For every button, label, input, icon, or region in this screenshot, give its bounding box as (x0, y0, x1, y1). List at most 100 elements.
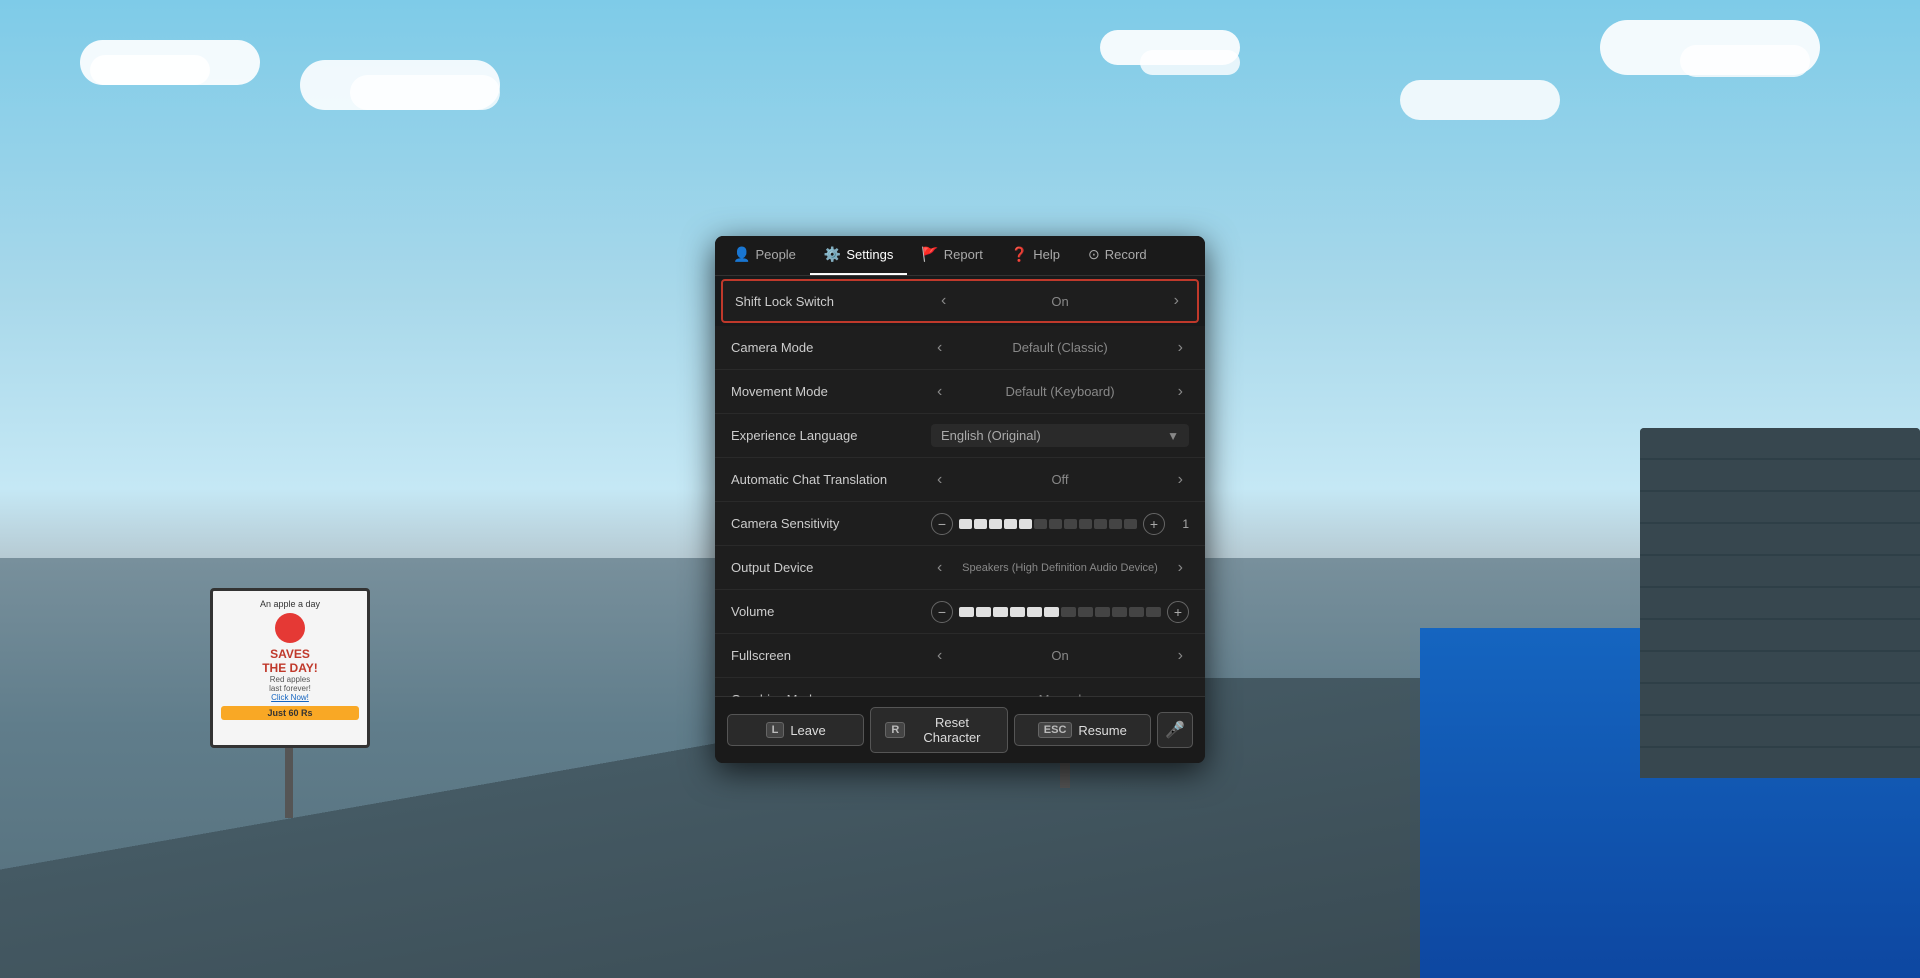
camera-mode-control: ‹ Default (Classic) › (931, 337, 1189, 359)
fullscreen-value: On (952, 648, 1167, 663)
fullscreen-next[interactable]: › (1172, 645, 1189, 667)
output-device-prev[interactable]: ‹ (931, 557, 948, 579)
volume-increase[interactable]: + (1167, 601, 1189, 623)
graphics-mode-value: Manual (952, 692, 1167, 696)
setting-graphics-mode: Graphics Mode ‹ Manual › (715, 678, 1205, 696)
camera-sensitivity-track (959, 517, 1137, 531)
volume-control: − + (931, 601, 1189, 623)
camera-sensitivity-value: 1 (1171, 517, 1189, 531)
camera-mode-next[interactable]: › (1172, 337, 1189, 359)
auto-chat-value: Off (952, 472, 1167, 487)
shift-lock-prev[interactable]: ‹ (935, 290, 952, 312)
setting-experience-language: Experience Language English (Original) ▼ (715, 414, 1205, 458)
billboard-line2: SAVES (221, 647, 359, 661)
graphics-mode-next[interactable]: › (1172, 689, 1189, 697)
tab-record-label: Record (1105, 247, 1147, 262)
auto-chat-translation-control: ‹ Off › (931, 469, 1189, 491)
seg (959, 607, 974, 617)
experience-language-dropdown[interactable]: English (Original) ▼ (931, 424, 1189, 447)
seg (1078, 607, 1093, 617)
resume-key-badge: ESC (1038, 722, 1073, 738)
seg (989, 519, 1002, 529)
output-device-label: Output Device (731, 560, 931, 575)
billboard-left-post (285, 738, 293, 818)
tab-settings[interactable]: ⚙️ Settings (810, 236, 907, 275)
camera-mode-prev[interactable]: ‹ (931, 337, 948, 359)
fullscreen-control: ‹ On › (931, 645, 1189, 667)
fullscreen-prev[interactable]: ‹ (931, 645, 948, 667)
shift-lock-label: Shift Lock Switch (735, 294, 935, 309)
movement-mode-prev[interactable]: ‹ (931, 381, 948, 403)
shift-lock-value: On (956, 294, 1163, 309)
camera-mode-label: Camera Mode (731, 340, 931, 355)
seg (1124, 519, 1137, 529)
volume-label: Volume (731, 604, 931, 619)
setting-auto-chat-translation: Automatic Chat Translation ‹ Off › (715, 458, 1205, 502)
seg (1064, 519, 1077, 529)
tab-report[interactable]: 🚩 Report (907, 236, 996, 275)
experience-language-value: English (Original) (941, 428, 1041, 443)
tab-report-label: Report (944, 247, 983, 262)
seg (1112, 607, 1127, 617)
volume-track (959, 605, 1161, 619)
people-icon: 👤 (733, 246, 750, 263)
leave-button[interactable]: L Leave (727, 714, 864, 746)
seg (974, 519, 987, 529)
seg (1004, 519, 1017, 529)
billboard-price: Just 60 Rs (221, 706, 359, 720)
camera-sensitivity-control: − + 1 (931, 513, 1189, 535)
seg (1079, 519, 1092, 529)
camera-sensitivity-decrease[interactable]: − (931, 513, 953, 535)
apple-icon (275, 613, 305, 643)
seg (1095, 607, 1110, 617)
setting-movement-mode: Movement Mode ‹ Default (Keyboard) › (715, 370, 1205, 414)
reset-character-button[interactable]: R Reset Character (870, 707, 1007, 753)
seg (959, 519, 972, 529)
bottom-bar: L Leave R Reset Character ESC Resume 🎤 (715, 696, 1205, 763)
movement-mode-value: Default (Keyboard) (952, 384, 1167, 399)
tab-people[interactable]: 👤 People (719, 236, 810, 275)
mic-button[interactable]: 🎤 (1157, 712, 1193, 748)
seg (1019, 519, 1032, 529)
volume-decrease[interactable]: − (931, 601, 953, 623)
experience-language-label: Experience Language (731, 428, 931, 443)
movement-mode-control: ‹ Default (Keyboard) › (931, 381, 1189, 403)
building-right (1640, 428, 1920, 778)
movement-mode-label: Movement Mode (731, 384, 931, 399)
graphics-mode-prev[interactable]: ‹ (931, 689, 948, 697)
billboard-left: An apple a day SAVES THE DAY! Red apples… (210, 588, 370, 748)
seg (1094, 519, 1107, 529)
graphics-mode-control: ‹ Manual › (931, 689, 1189, 697)
settings-dialog: 👤 People ⚙️ Settings 🚩 Report ❓ Help ⊙ R… (715, 236, 1205, 763)
tab-help[interactable]: ❓ Help (997, 236, 1074, 275)
resume-button[interactable]: ESC Resume (1014, 714, 1151, 746)
leave-label: Leave (790, 723, 825, 738)
tab-record[interactable]: ⊙ Record (1074, 236, 1161, 275)
mic-icon: 🎤 (1165, 720, 1185, 740)
seg (1027, 607, 1042, 617)
movement-mode-next[interactable]: › (1172, 381, 1189, 403)
seg (976, 607, 991, 617)
leave-key-badge: L (766, 722, 785, 738)
billboard-line4: Red apples (221, 675, 359, 684)
camera-mode-value: Default (Classic) (952, 340, 1167, 355)
reset-key-badge: R (885, 722, 905, 738)
help-icon: ❓ (1011, 246, 1028, 263)
record-icon: ⊙ (1088, 246, 1100, 263)
tab-people-label: People (755, 247, 795, 262)
billboard-line5: last forever! (221, 684, 359, 693)
graphics-mode-label: Graphics Mode (731, 692, 931, 696)
camera-sensitivity-label: Camera Sensitivity (731, 516, 931, 531)
tab-settings-label: Settings (846, 247, 893, 262)
auto-chat-next[interactable]: › (1172, 469, 1189, 491)
seg (1109, 519, 1122, 529)
setting-output-device: Output Device ‹ Speakers (High Definitio… (715, 546, 1205, 590)
tab-bar: 👤 People ⚙️ Settings 🚩 Report ❓ Help ⊙ R… (715, 236, 1205, 276)
camera-sensitivity-increase[interactable]: + (1143, 513, 1165, 535)
setting-shift-lock-switch: Shift Lock Switch ‹ On › (721, 279, 1199, 323)
auto-chat-prev[interactable]: ‹ (931, 469, 948, 491)
output-device-next[interactable]: › (1172, 557, 1189, 579)
billboard-line1: An apple a day (221, 599, 359, 609)
billboard-click-link[interactable]: Click Now! (221, 693, 359, 702)
shift-lock-next[interactable]: › (1168, 290, 1185, 312)
